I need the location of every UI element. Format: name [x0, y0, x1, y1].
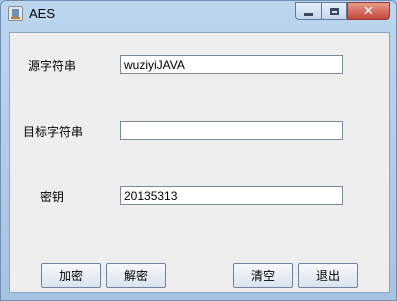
- java-app-icon[interactable]: [8, 6, 23, 21]
- title-bar[interactable]: AES ✕: [1, 1, 396, 27]
- content-panel: 源字符串 目标字符串 密钥 加密 解密 清空 退出: [9, 32, 390, 293]
- maximize-icon: [329, 7, 339, 15]
- source-string-label: 源字符串: [28, 59, 77, 73]
- key-input[interactable]: [120, 186, 343, 205]
- close-icon: ✕: [363, 3, 374, 19]
- window-controls: ✕: [295, 2, 390, 20]
- decrypt-button[interactable]: 解密: [106, 263, 166, 288]
- key-label: 密钥: [40, 190, 65, 204]
- minimize-button[interactable]: [295, 2, 321, 20]
- target-string-input[interactable]: [120, 121, 343, 140]
- source-string-input[interactable]: [120, 55, 343, 74]
- close-button[interactable]: ✕: [347, 2, 390, 20]
- window-title: AES: [29, 6, 56, 21]
- maximize-button[interactable]: [321, 2, 347, 20]
- exit-button[interactable]: 退出: [298, 263, 358, 288]
- encrypt-button[interactable]: 加密: [41, 263, 101, 288]
- minimize-icon: [304, 12, 313, 16]
- app-window: AES ✕ 源字符串 目标字符串 密钥 加密 解密 清空 退出: [0, 0, 397, 301]
- clear-button[interactable]: 清空: [233, 263, 293, 288]
- target-string-label: 目标字符串: [23, 125, 84, 139]
